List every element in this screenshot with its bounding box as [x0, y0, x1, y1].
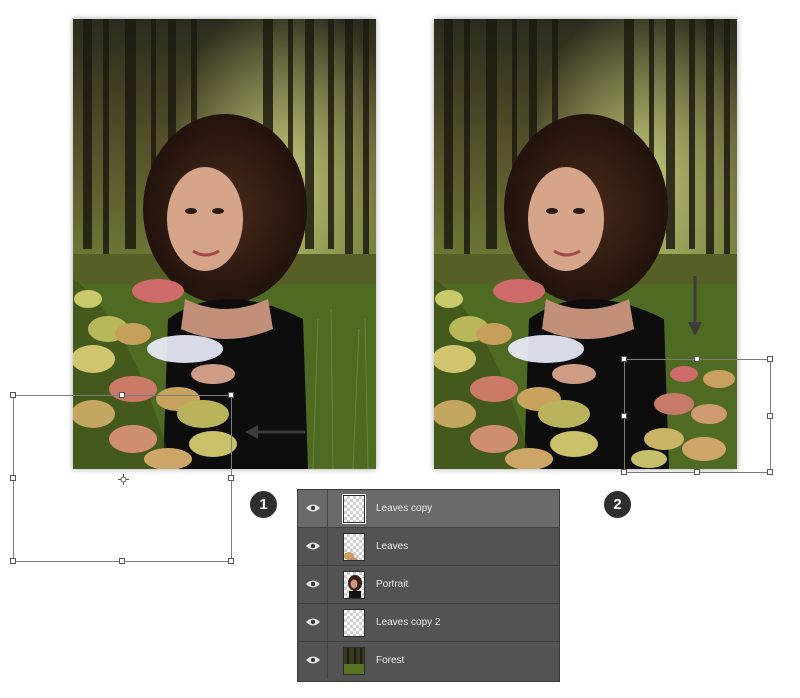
- layer-name: Leaves copy 2: [376, 617, 441, 628]
- layer-name: Leaves copy: [376, 503, 433, 514]
- arrow-down-icon: [688, 276, 702, 336]
- layer-thumbnail: [343, 571, 365, 599]
- transform-handle-middle-right[interactable]: [228, 475, 234, 481]
- layer-thumbnail: [343, 533, 365, 561]
- step-badge-1: 1: [250, 491, 277, 518]
- layer-row-leaves-copy[interactable]: Leaves copy: [298, 490, 559, 528]
- layers-panel: Leaves copy Leaves Portrait Leaves copy …: [297, 489, 560, 682]
- layer-visibility-toggle[interactable]: [298, 604, 328, 641]
- transform-handle-top-middle[interactable]: [119, 392, 125, 398]
- layer-visibility-toggle[interactable]: [298, 642, 328, 679]
- transform-handle-bottom-right[interactable]: [228, 558, 234, 564]
- transform-handle-top-right[interactable]: [228, 392, 234, 398]
- layer-name: Forest: [376, 655, 405, 666]
- layer-row-portrait[interactable]: Portrait: [298, 566, 559, 604]
- layer-thumbnail: [342, 494, 366, 524]
- transform-handle-bottom-left[interactable]: [10, 558, 16, 564]
- layer-row-leaves[interactable]: Leaves: [298, 528, 559, 566]
- layer-visibility-toggle[interactable]: [298, 528, 328, 565]
- transform-handle-bottom-middle[interactable]: [694, 469, 700, 475]
- transform-handle-top-middle[interactable]: [694, 356, 700, 362]
- eye-icon: [306, 542, 320, 550]
- eye-icon: [306, 580, 320, 588]
- layer-visibility-toggle[interactable]: [298, 566, 328, 603]
- eye-icon: [306, 504, 320, 512]
- layer-thumbnail: [343, 647, 365, 675]
- transform-handle-top-right[interactable]: [767, 356, 773, 362]
- transform-handle-middle-left[interactable]: [10, 475, 16, 481]
- eye-icon: [306, 656, 320, 664]
- transform-handle-bottom-middle[interactable]: [119, 558, 125, 564]
- transform-handle-top-left[interactable]: [10, 392, 16, 398]
- step-badge-2: 2: [604, 491, 631, 518]
- eye-icon: [306, 618, 320, 626]
- transform-handle-bottom-right[interactable]: [767, 469, 773, 475]
- crosshair-icon[interactable]: [118, 474, 129, 485]
- layer-row-leaves-copy-2[interactable]: Leaves copy 2: [298, 604, 559, 642]
- layer-thumbnail: [343, 609, 365, 637]
- transform-handle-top-left[interactable]: [621, 356, 627, 362]
- arrow-left-icon: [245, 425, 305, 439]
- layer-visibility-toggle[interactable]: [298, 490, 328, 527]
- transform-bounding-box-2[interactable]: [624, 359, 771, 473]
- layer-row-forest[interactable]: Forest: [298, 642, 559, 680]
- transform-handle-middle-left[interactable]: [621, 413, 627, 419]
- transform-handle-middle-right[interactable]: [767, 413, 773, 419]
- layer-name: Portrait: [376, 579, 409, 590]
- transform-handle-bottom-left[interactable]: [621, 469, 627, 475]
- layer-name: Leaves: [376, 541, 409, 552]
